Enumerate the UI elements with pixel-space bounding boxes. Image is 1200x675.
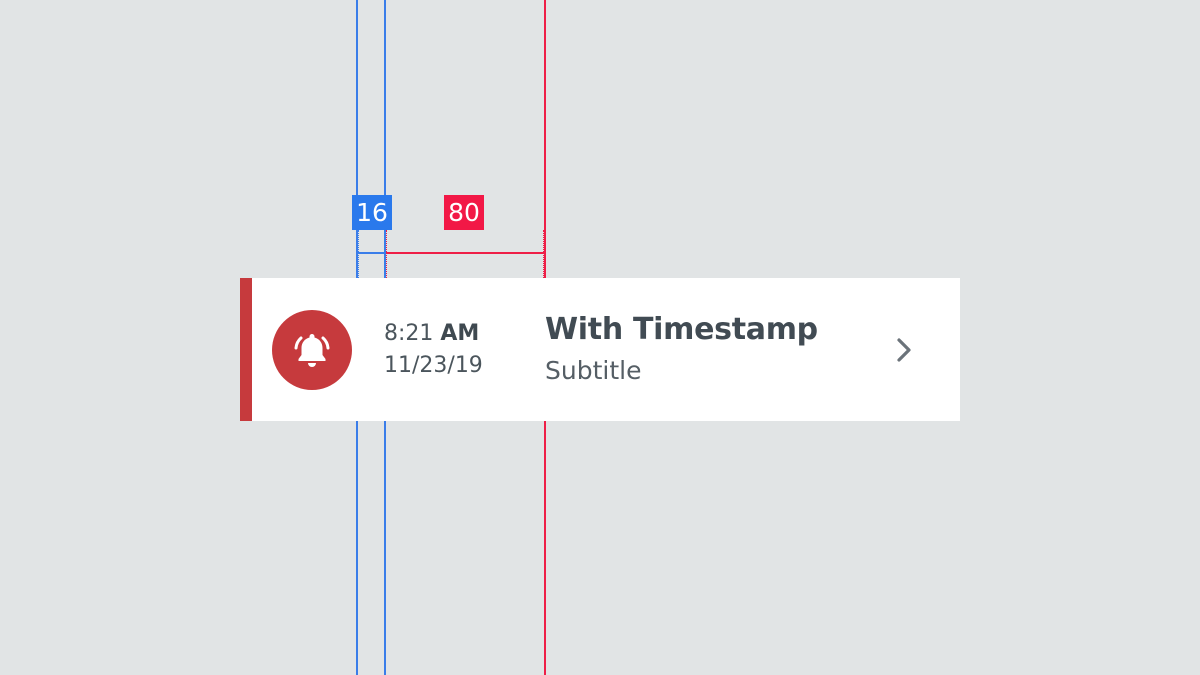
column-dotted-line [543, 230, 544, 278]
list-item-subtitle: Subtitle [545, 356, 642, 385]
spacing-dotted-line-left [358, 230, 359, 278]
meridiem: AM [440, 321, 480, 346]
spacing-dotted-line-right [386, 230, 387, 278]
time-value: 8:21 [384, 321, 434, 346]
chevron-right-icon[interactable] [894, 337, 914, 363]
list-item-title: With Timestamp [545, 312, 818, 347]
list-item[interactable]: 8:21 AM 11/23/19 With Timestamp Subtitle [240, 278, 960, 421]
bell-ringing-icon [294, 334, 330, 367]
timestamp-time: 8:21 AM [384, 321, 479, 346]
spacing-measure-line [358, 252, 386, 254]
column-width-badge: 80 [444, 195, 484, 230]
column-measure-line [386, 252, 544, 254]
timestamp-date: 11/23/19 [384, 353, 483, 378]
alert-avatar [272, 310, 352, 390]
spacing-badge: 16 [352, 195, 392, 230]
status-accent-bar [240, 278, 252, 421]
